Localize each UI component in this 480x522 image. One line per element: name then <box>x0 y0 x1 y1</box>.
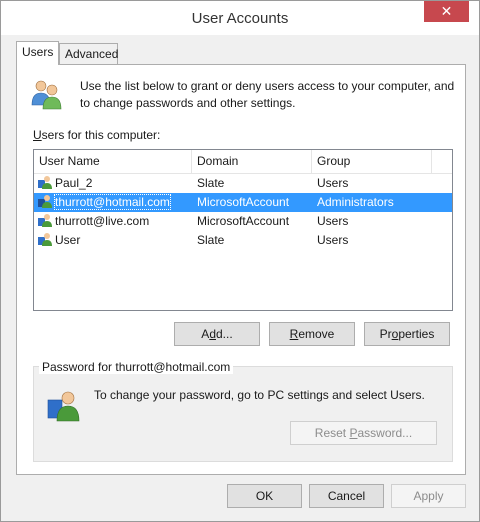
reset-password-button[interactable]: Reset Password... <box>290 421 437 445</box>
user-key-icon <box>47 391 80 422</box>
password-groupbox-label: Password for thurrott@hotmail.com <box>39 360 234 374</box>
users-tab-panel: Use the list below to grant or deny user… <box>16 64 466 475</box>
close-button[interactable]: ✕ <box>424 1 469 22</box>
add-user-button[interactable]: Add... <box>174 322 260 346</box>
table-row[interactable]: thurrott@live.com MicrosoftAccount Users <box>34 212 452 231</box>
close-icon: ✕ <box>440 3 453 19</box>
password-groupbox <box>33 366 453 462</box>
user-group: Administrators <box>317 195 394 209</box>
intro-text: Use the list below to grant or deny user… <box>80 79 455 110</box>
apply-button[interactable]: Apply <box>391 484 466 508</box>
user-name: thurrott@hotmail.com <box>54 194 171 210</box>
user-icon <box>38 176 52 189</box>
user-icon <box>38 214 52 227</box>
tab-advanced[interactable]: Advanced <box>59 43 118 65</box>
users-label-accel: U <box>33 128 42 142</box>
column-header-user-name[interactable]: User Name <box>34 150 192 174</box>
tab-users[interactable]: Users <box>16 41 59 65</box>
user-icon <box>38 195 52 208</box>
table-row[interactable]: Paul_2 Slate Users <box>34 174 452 193</box>
user-group: Users <box>317 233 349 247</box>
window-title: User Accounts <box>191 10 289 27</box>
users-list[interactable]: User Name Domain Group Paul_2 Slate User… <box>33 149 453 311</box>
table-row[interactable]: User Slate Users <box>34 231 452 250</box>
password-instructions: To change your password, go to PC settin… <box>94 388 425 402</box>
user-name: Paul_2 <box>55 176 93 190</box>
user-domain: MicrosoftAccount <box>197 214 290 228</box>
table-row-selected[interactable]: thurrott@hotmail.com MicrosoftAccount Ad… <box>34 193 452 212</box>
properties-button[interactable]: Properties <box>364 322 450 346</box>
remove-user-button[interactable]: Remove <box>269 322 355 346</box>
column-header-group[interactable]: Group <box>312 150 432 174</box>
user-accounts-window: User Accounts ✕ Users Advanced Use the l… <box>0 0 480 522</box>
user-name: thurrott@live.com <box>55 214 150 228</box>
users-for-computer-label: Users for this computer: <box>33 128 160 142</box>
user-domain: Slate <box>197 233 225 247</box>
users-label-rest: sers for this computer: <box>41 128 161 142</box>
user-domain: Slate <box>197 176 225 190</box>
list-header: User Name Domain Group <box>34 150 452 174</box>
user-domain: MicrosoftAccount <box>197 195 290 209</box>
user-group: Users <box>317 214 349 228</box>
users-icon <box>31 80 62 110</box>
user-icon <box>38 233 52 246</box>
column-header-spacer <box>432 150 452 174</box>
ok-button[interactable]: OK <box>227 484 302 508</box>
column-header-domain[interactable]: Domain <box>192 150 312 174</box>
cancel-button[interactable]: Cancel <box>309 484 384 508</box>
title-bar: User Accounts ✕ <box>1 1 479 35</box>
user-group: Users <box>317 176 349 190</box>
user-name: User <box>55 233 81 247</box>
